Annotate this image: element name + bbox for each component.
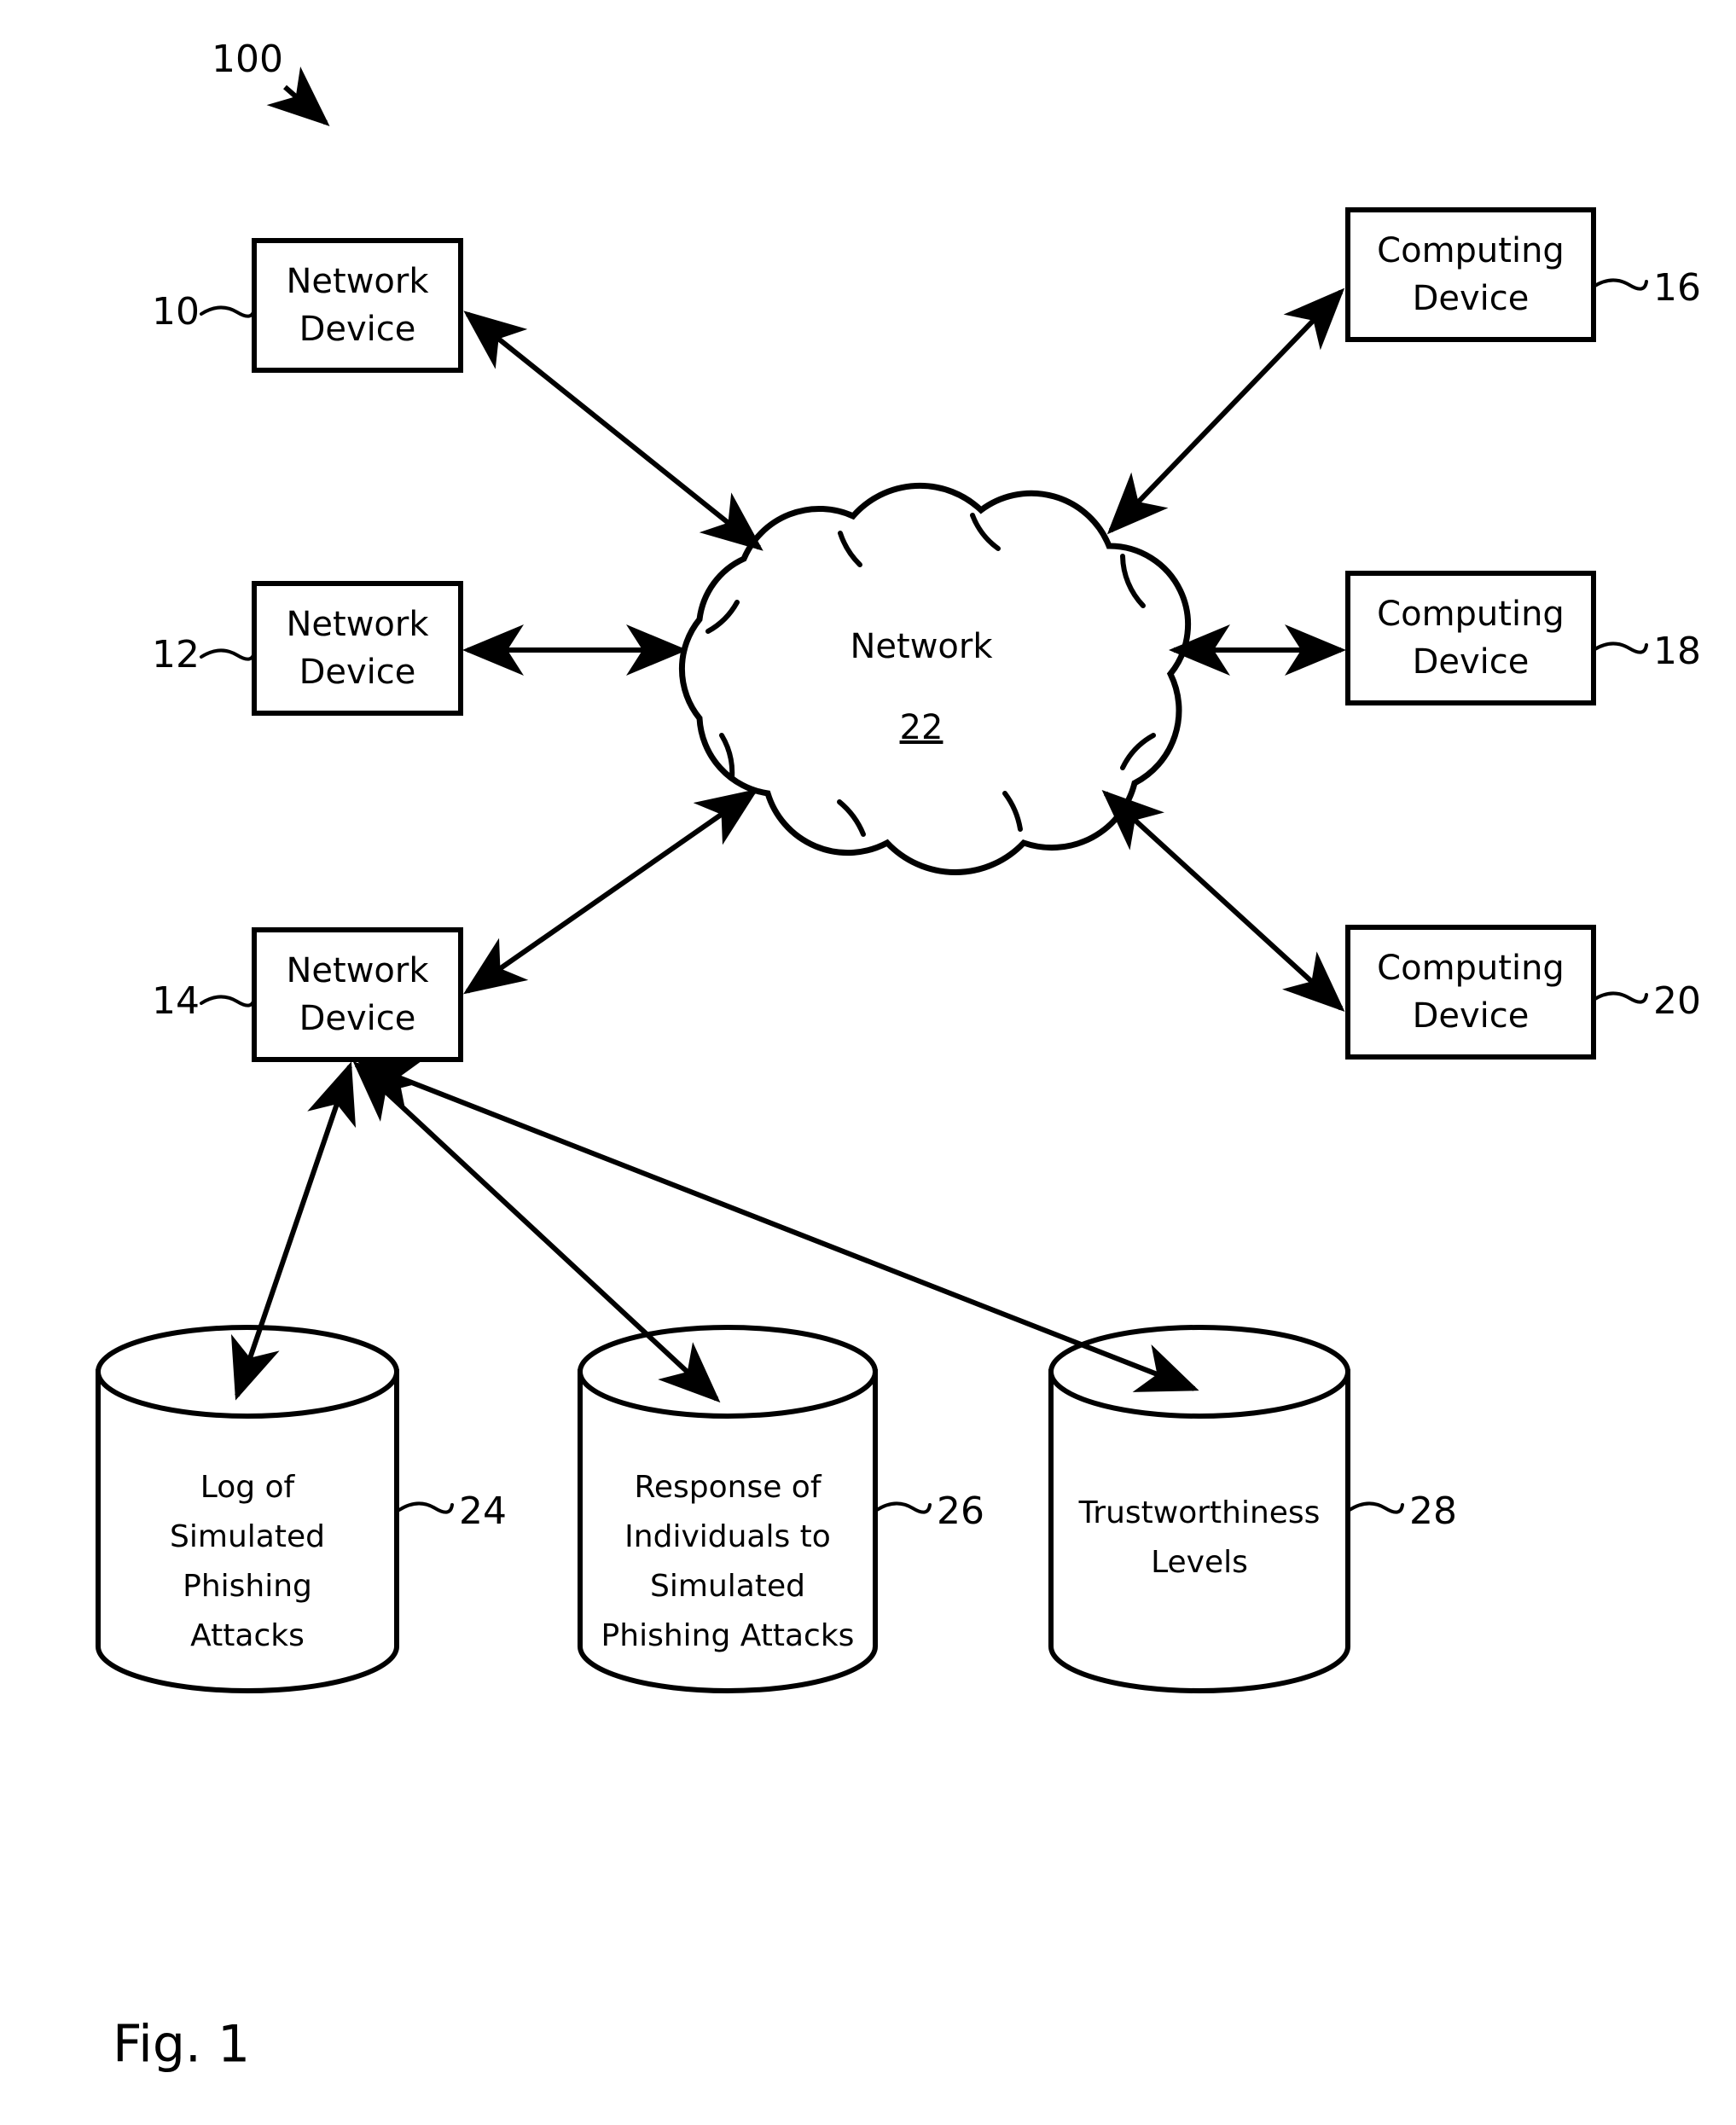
database-28-reference-number: 28 [1409,1489,1457,1533]
computing-device-20[interactable]: Computing Device [1345,925,1596,1060]
database-28-top[interactable] [1048,1325,1350,1419]
database-26-reference-number: 26 [937,1489,984,1533]
network-device-12-reference-number: 12 [152,633,200,676]
computing-device-18[interactable]: Computing Device [1345,571,1596,705]
computing-device-18-leader [1592,642,1648,654]
network-device-10-label-line2: Device [299,310,416,349]
network-device-12-label-line2: Device [299,653,416,692]
computing-device-18-label-line1: Computing [1377,595,1565,634]
computing-device-16-reference-number: 16 [1653,266,1701,310]
network-device-14-box[interactable] [252,927,463,1062]
computing-device-20-reference-number: 20 [1653,979,1701,1023]
network-device-10-box[interactable] [252,238,463,373]
database-26-label-line1: Response of [634,1470,822,1505]
computing-device-18-reference-number: 18 [1653,630,1701,673]
database-28-leader [1348,1501,1404,1514]
database-trustworthiness-levels[interactable]: Trustworthiness Levels [1048,1325,1350,1693]
arrow-network-device-10-to-cloud [463,311,763,551]
database-24-label-line4: Attacks [190,1618,305,1653]
computing-device-18-box[interactable] [1345,571,1596,705]
network-device-10-leader [200,305,256,318]
database-24-reference-number: 24 [459,1489,507,1533]
network-device-10-reference-number: 10 [152,290,200,334]
database-26-label-line2: Individuals to [624,1519,831,1554]
database-28-body[interactable] [1048,1369,1350,1693]
arrow-network-device-14-to-cloud [463,788,758,995]
computing-device-16-box[interactable] [1345,207,1596,342]
network-device-14-leader [200,995,256,1007]
arrow-network-device-14-to-database-26 [352,1060,721,1403]
database-24-label-line2: Simulated [170,1519,325,1554]
system-reference-number: 100 [212,38,283,81]
database-24-label-line1: Log of [200,1470,296,1505]
database-response-of-individuals[interactable]: Response of Individuals to Simulated Phi… [578,1325,878,1693]
network-device-12-label-line1: Network [286,605,429,644]
system-reference-arrow [266,66,330,126]
network-device-14-label-line2: Device [299,999,416,1038]
computing-device-18-label-line2: Device [1413,642,1530,682]
database-26-leader [875,1501,932,1514]
computing-device-16[interactable]: Computing Device [1345,207,1596,342]
computing-device-20-leader [1592,991,1648,1004]
cloud-reference-number: 22 [900,708,943,747]
network-device-14-reference-number: 14 [152,979,200,1023]
network-device-14[interactable]: Network Device [252,927,463,1062]
figure-caption: Fig. 1 [113,2015,250,2075]
database-24-leader [398,1501,454,1514]
network-device-14-label-line1: Network [286,951,429,990]
network-device-12-box[interactable] [252,581,463,716]
network-device-12-leader [200,648,256,661]
computing-device-20-label-line1: Computing [1377,949,1565,988]
database-28-label-line2: Levels [1151,1545,1248,1580]
database-log-of-simulated-phishing-attacks[interactable]: Log of Simulated Phishing Attacks [96,1325,399,1693]
network-device-10[interactable]: Network Device [252,238,463,373]
network-device-12[interactable]: Network Device [252,581,463,716]
computing-device-20-label-line2: Device [1413,996,1530,1036]
database-26-label-line4: Phishing Attacks [601,1618,855,1653]
computing-device-16-label-line1: Computing [1377,231,1565,270]
network-device-10-label-line1: Network [286,262,429,301]
database-26-label-line3: Simulated [650,1569,805,1604]
computing-device-16-leader [1592,278,1648,291]
computing-device-20-box[interactable] [1345,925,1596,1060]
database-26-top[interactable] [578,1325,878,1419]
cloud-label: Network [850,627,993,666]
database-24-label-line3: Phishing [183,1569,312,1604]
figure-1-diagram: 100 Network 22 Network Device 10 Network… [96,38,1701,2075]
computing-device-16-label-line2: Device [1413,279,1530,318]
arrow-cloud-to-computing-device-20 [1101,789,1345,1013]
arrow-cloud-to-computing-device-16 [1106,287,1345,535]
database-28-label-line1: Trustworthiness [1078,1495,1321,1530]
patent-figure-page: 100 Network 22 Network Device 10 Network… [0,0,1736,2125]
